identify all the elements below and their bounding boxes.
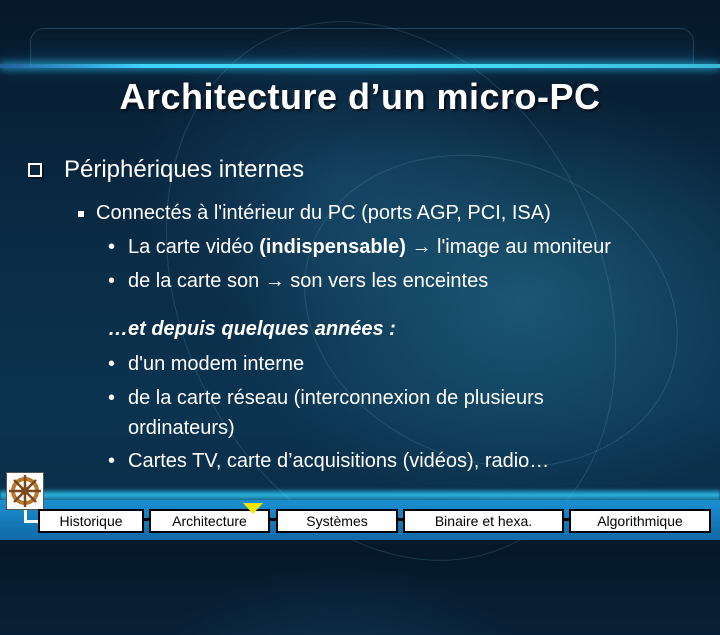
list-item: • La carte vidéo (indispensable) → l'ima… (108, 236, 611, 259)
nav-tab-systemes[interactable]: Systèmes (276, 509, 398, 533)
nav-tab-algorithmique[interactable]: Algorithmique (569, 509, 711, 533)
ship-wheel-icon (9, 475, 41, 507)
bullet-icon: • (108, 353, 116, 375)
item-text: de la carte son → son vers les enceintes (128, 270, 489, 292)
current-section-marker-icon (243, 503, 263, 514)
level1-item: Périphériques internes (24, 156, 304, 184)
item-text: La carte vidéo (indispensable) → l'image… (128, 236, 611, 258)
bullet-icon: • (108, 270, 116, 292)
level2-text: Connectés à l'intérieur du PC (ports AGP… (96, 202, 551, 224)
italic-subheading: …et depuis quelques années : (108, 318, 396, 340)
arrow-icon: → (411, 236, 432, 258)
nav-tab-binaire-hexa[interactable]: Binaire et hexa. (403, 509, 564, 533)
level1-text: Périphériques internes (64, 156, 305, 183)
item-continuation: ordinateurs) (128, 417, 235, 439)
bullet-icon: • (108, 236, 116, 258)
list-item: • de la carte son → son vers les enceint… (108, 270, 488, 293)
bullet-icon: • (108, 387, 116, 409)
bullet-icon: • (108, 450, 116, 472)
item-text: Cartes TV, carte d’acquisitions (vidéos)… (128, 450, 550, 472)
arrow-icon: → (264, 270, 285, 292)
list-item: • de la carte réseau (interconnexion de … (108, 387, 544, 410)
slide-title: Architecture d’un micro-PC (119, 76, 601, 117)
list-item: • Cartes TV, carte d’acquisitions (vidéo… (108, 450, 549, 473)
square-bullet-icon (78, 210, 84, 217)
checkbox-bullet-icon (28, 163, 42, 177)
level2-item: Connectés à l'intérieur du PC (ports AGP… (78, 202, 551, 225)
item-text: d'un modem interne (128, 353, 305, 375)
item-text: de la carte réseau (interconnexion de pl… (128, 387, 544, 409)
home-logo-button[interactable] (6, 472, 44, 510)
list-item: • d'un modem interne (108, 353, 304, 376)
nav-tab-historique[interactable]: Historique (38, 509, 144, 533)
